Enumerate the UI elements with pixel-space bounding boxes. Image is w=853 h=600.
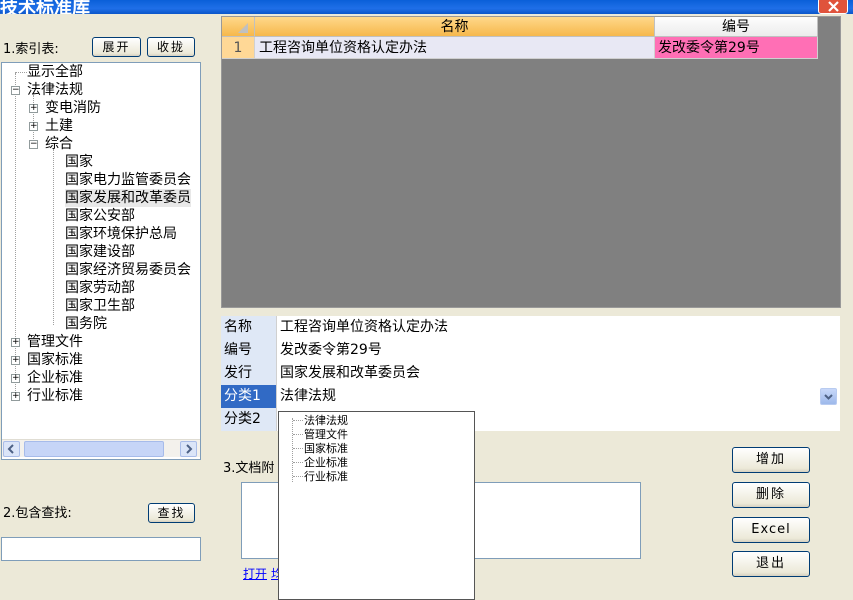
dropdown-option-industry[interactable]: 行业标准 <box>304 470 348 483</box>
index-tree[interactable]: 显示全部 − 法律法规 + 变电消防 + 土建 − 综合 国家 国家电力监管委员… <box>1 62 201 460</box>
tree-horizontal-scrollbar[interactable] <box>2 439 200 457</box>
tree-item-laodong[interactable]: 国家劳动部 <box>65 279 135 297</box>
tree-item-hangye[interactable]: 行业标准 <box>27 387 83 405</box>
table-cell-code[interactable]: 发改委令第29号 <box>655 37 818 59</box>
row-number[interactable]: 1 <box>222 37 255 59</box>
excel-button[interactable]: Excel <box>732 517 810 543</box>
detail-value-name[interactable]: 工程咨询单位资格认定办法 <box>277 316 840 339</box>
column-header-code[interactable]: 编号 <box>655 17 818 37</box>
tree-item-zonghe[interactable]: 综合 <box>45 135 73 153</box>
detail-row-name: 名称 工程咨询单位资格认定办法 <box>221 316 840 339</box>
search-input[interactable] <box>1 537 201 561</box>
tree-item-jianshe[interactable]: 国家建设部 <box>65 243 135 261</box>
tree-item-gongan[interactable]: 国家公安部 <box>65 207 135 225</box>
expand-toggle-icon[interactable]: + <box>11 374 20 383</box>
window-title: 技术标准库 <box>0 0 90 14</box>
collapse-toggle-icon[interactable]: − <box>29 140 38 149</box>
category-dropdown-list[interactable]: 法律法规 管理文件 国家标准 企业标准 行业标准 <box>278 411 475 600</box>
expand-toggle-icon[interactable]: + <box>11 338 20 347</box>
index-label: 1.索引表: <box>3 42 59 57</box>
close-icon <box>828 1 839 12</box>
attachments-label: 3.文档附 <box>223 461 275 476</box>
tree-item-biandian[interactable]: 变电消防 <box>45 99 101 117</box>
tree-item-guowuyuan[interactable]: 国务院 <box>65 315 107 333</box>
dropdown-option-law[interactable]: 法律法规 <box>304 414 348 427</box>
delete-button[interactable]: 删除 <box>732 482 810 508</box>
detail-key: 分类2 <box>221 408 277 431</box>
tree-item-dianli[interactable]: 国家电力监管委员会 <box>65 171 191 189</box>
detail-row-category1: 分类1 法律法规 <box>221 385 840 408</box>
search-button[interactable]: 查找 <box>148 503 195 523</box>
scroll-left-icon[interactable] <box>3 441 20 457</box>
tree-item-huanbao[interactable]: 国家环境保护总局 <box>65 225 177 243</box>
exit-button[interactable]: 退出 <box>732 551 810 577</box>
expand-button[interactable]: 展开 <box>92 37 141 57</box>
column-header-name[interactable]: 名称 <box>255 17 655 37</box>
category1-value: 法律法规 <box>280 388 336 404</box>
tree-item-weisheng[interactable]: 国家卫生部 <box>65 297 135 315</box>
detail-key: 名称 <box>221 316 277 339</box>
tree-item-guojiabiaozhun[interactable]: 国家标准 <box>27 351 83 369</box>
expand-toggle-icon[interactable]: + <box>29 104 38 113</box>
tree-item-guojia[interactable]: 国家 <box>65 153 93 171</box>
open-link[interactable]: 打开 <box>243 565 267 582</box>
expand-toggle-icon[interactable]: + <box>11 392 20 401</box>
title-bar: 技术标准库 <box>0 0 853 14</box>
search-label: 2.包含查找: <box>3 506 72 521</box>
dropdown-option-national[interactable]: 国家标准 <box>304 442 348 455</box>
collapse-toggle-icon[interactable]: − <box>11 86 20 95</box>
tree-item-fagai[interactable]: 国家发展和改革委员 <box>65 189 191 207</box>
expand-toggle-icon[interactable]: + <box>29 122 38 131</box>
detail-value-issuer[interactable]: 国家发展和改革委员会 <box>277 362 840 385</box>
table-cell-name[interactable]: 工程咨询单位资格认定办法 <box>255 37 655 59</box>
tree-item-guanli[interactable]: 管理文件 <box>27 333 83 351</box>
detail-row-issuer: 发行 国家发展和改革委员会 <box>221 362 840 385</box>
tree-item-show-all[interactable]: 显示全部 <box>27 63 83 81</box>
detail-value-code[interactable]: 发改委令第29号 <box>277 339 840 362</box>
detail-key: 编号 <box>221 339 277 362</box>
chevron-down-icon[interactable] <box>820 388 837 405</box>
grid-corner[interactable] <box>222 17 255 37</box>
collapse-button[interactable]: 收拢 <box>147 37 195 57</box>
detail-key: 发行 <box>221 362 277 385</box>
dropdown-option-management[interactable]: 管理文件 <box>304 428 348 441</box>
scroll-right-icon[interactable] <box>180 441 197 457</box>
dropdown-option-enterprise[interactable]: 企业标准 <box>304 456 348 469</box>
tree-item-tujian[interactable]: 土建 <box>45 117 73 135</box>
detail-row-code: 编号 发改委令第29号 <box>221 339 840 362</box>
add-button[interactable]: 增加 <box>732 447 810 473</box>
category1-combo[interactable]: 法律法规 <box>277 385 840 408</box>
tree-item-qiye[interactable]: 企业标准 <box>27 369 83 387</box>
detail-key: 分类1 <box>221 385 277 408</box>
expand-toggle-icon[interactable]: + <box>11 356 20 365</box>
tree-item-jingmao[interactable]: 国家经济贸易委员会 <box>65 261 191 279</box>
scroll-thumb[interactable] <box>24 441 164 457</box>
tree-item-law[interactable]: 法律法规 <box>27 81 83 99</box>
close-button[interactable] <box>818 0 848 14</box>
results-grid[interactable]: 名称 编号 1 工程咨询单位资格认定办法 发改委令第29号 <box>221 16 841 308</box>
